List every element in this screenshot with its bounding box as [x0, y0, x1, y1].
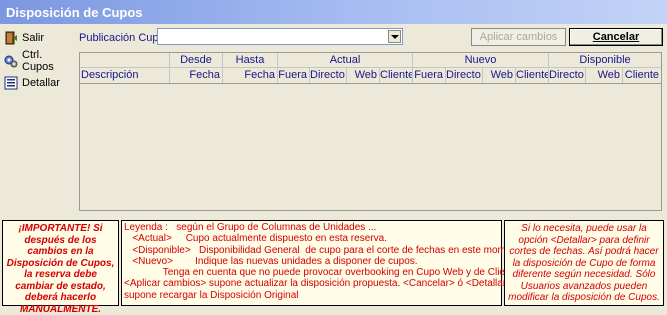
exit-button[interactable]: Salir: [4, 28, 74, 48]
col-descripcion[interactable]: Descripción: [80, 68, 170, 83]
cupos-grid[interactable]: Desde Hasta Actual Nuevo Disponible Desc…: [79, 52, 662, 211]
grid-group-header: Desde Hasta Actual Nuevo Disponible: [80, 53, 661, 68]
col-nuevo-directo[interactable]: Directo: [446, 68, 483, 83]
cancel-button[interactable]: Cancelar: [569, 28, 663, 46]
col-actual-directo[interactable]: Directo: [310, 68, 347, 83]
important-note: ¡IMPORTANTE! Si después de los cambios e…: [2, 220, 119, 315]
col-disp-directo[interactable]: Directo: [549, 68, 586, 83]
legend-line: <Actual> Cupo actualmente dispuesto en e…: [124, 233, 387, 245]
group-desde: Desde: [170, 53, 223, 68]
col-actual-cliente[interactable]: Cliente: [380, 68, 413, 83]
gears-icon: [4, 54, 18, 68]
col-actual-fuera[interactable]: Fuera: [278, 68, 310, 83]
ctrl-cupos-button[interactable]: Ctrl. Cupos: [4, 49, 74, 73]
apply-changes-button[interactable]: Aplicar cambios: [471, 28, 566, 46]
legend-box: Leyenda : según el Grupo de Columnas de …: [121, 220, 529, 306]
col-actual-web[interactable]: Web: [347, 68, 380, 83]
col-hasta-fecha[interactable]: Fecha: [223, 68, 278, 83]
publication-select[interactable]: [157, 28, 403, 45]
legend-line: <Aplicar cambios> supone actualizar la d…: [124, 278, 513, 290]
help-note: Si lo necesita, puede usar la opción <De…: [504, 220, 664, 306]
important-text: ¡IMPORTANTE! Si después de los cambios e…: [6, 223, 115, 315]
grid-column-header: Descripción Fecha Fecha Fuera Directo We…: [80, 67, 661, 84]
col-disp-cliente[interactable]: Cliente: [623, 68, 661, 83]
title-bar: Disposición de Cupos: [0, 0, 667, 24]
group-disponible: Disponible: [579, 54, 631, 66]
col-nuevo-cliente[interactable]: Cliente: [516, 68, 549, 83]
group-nuevo: Nuevo: [413, 53, 549, 68]
exit-label: Salir: [22, 32, 45, 44]
legend-line: <Nuevo> Indique las nuevas unidades a di…: [124, 255, 418, 267]
col-disp-web[interactable]: Web: [586, 68, 623, 83]
list-detail-icon: [4, 76, 18, 90]
detail-label: Detallar: [22, 77, 60, 89]
publication-label: Publicación Cupo: [79, 32, 165, 44]
door-exit-icon: [4, 31, 18, 45]
detail-button[interactable]: Detallar: [4, 73, 74, 93]
sidebar: Salir Ctrl. Cupos Detallar: [0, 24, 78, 214]
chevron-down-icon[interactable]: [388, 30, 401, 43]
group-hasta: Hasta: [223, 53, 278, 68]
group-actual: Actual: [278, 53, 413, 68]
col-nuevo-fuera[interactable]: Fuera: [413, 68, 446, 83]
group-empty: [80, 53, 170, 68]
window-title: Disposición de Cupos: [6, 5, 143, 20]
help-text: Si lo necesita, puede usar la opción <De…: [508, 223, 660, 303]
ctrl-cupos-label: Ctrl. Cupos: [22, 49, 54, 73]
legend-line: supone recargar la Disposición Original: [124, 289, 299, 301]
col-nuevo-web[interactable]: Web: [483, 68, 516, 83]
legend-line: Tenga en cuenta que no puede provocar ov…: [124, 267, 522, 279]
legend-line: <Disponible> Disponibilidad General de c…: [124, 244, 529, 256]
col-desde-fecha[interactable]: Fecha: [170, 68, 223, 83]
legend-line: Leyenda : según el Grupo de Columnas de …: [124, 222, 377, 233]
